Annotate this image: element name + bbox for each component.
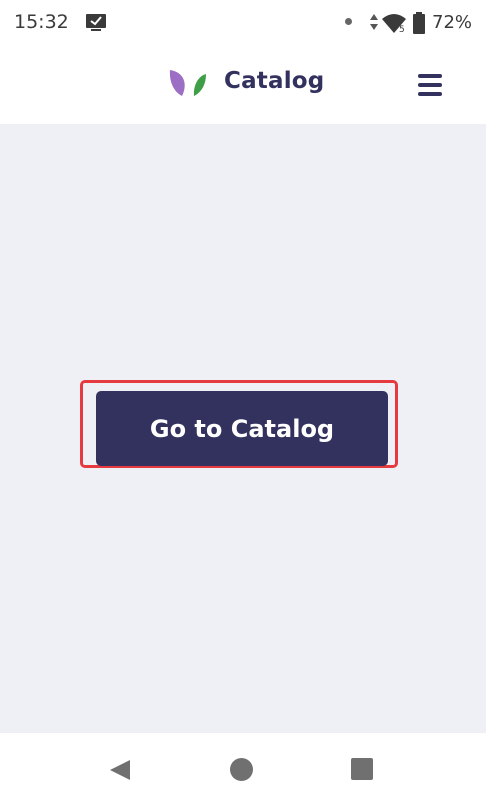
hamburger-menu-icon <box>418 92 442 96</box>
screenshot-check-icon <box>85 13 107 33</box>
battery-percent: 72% <box>432 12 473 33</box>
page-title: Catalog <box>224 68 325 94</box>
wifi-icon: 5 <box>380 11 408 35</box>
data-arrows-icon <box>368 12 380 32</box>
status-bar: 15:32 5 72% <box>0 0 486 46</box>
hamburger-menu-icon <box>418 83 442 87</box>
leaf-logo-icon <box>168 68 208 98</box>
dot-icon <box>345 18 352 25</box>
navigation-bar <box>0 733 486 809</box>
menu-button[interactable] <box>412 70 450 100</box>
app-header: Catalog <box>0 46 486 124</box>
recents-icon[interactable] <box>351 758 373 780</box>
hamburger-menu-icon <box>418 74 442 78</box>
battery-icon <box>412 11 426 35</box>
status-time: 15:32 <box>14 11 69 33</box>
svg-text:5: 5 <box>399 25 405 35</box>
main-content: Go to Catalog <box>0 124 486 733</box>
home-icon[interactable] <box>230 758 253 781</box>
go-to-catalog-button[interactable]: Go to Catalog <box>96 391 388 466</box>
back-icon[interactable] <box>107 757 133 783</box>
phone-screen: 15:32 5 72% Catalog Go to Catalog <box>0 0 486 809</box>
